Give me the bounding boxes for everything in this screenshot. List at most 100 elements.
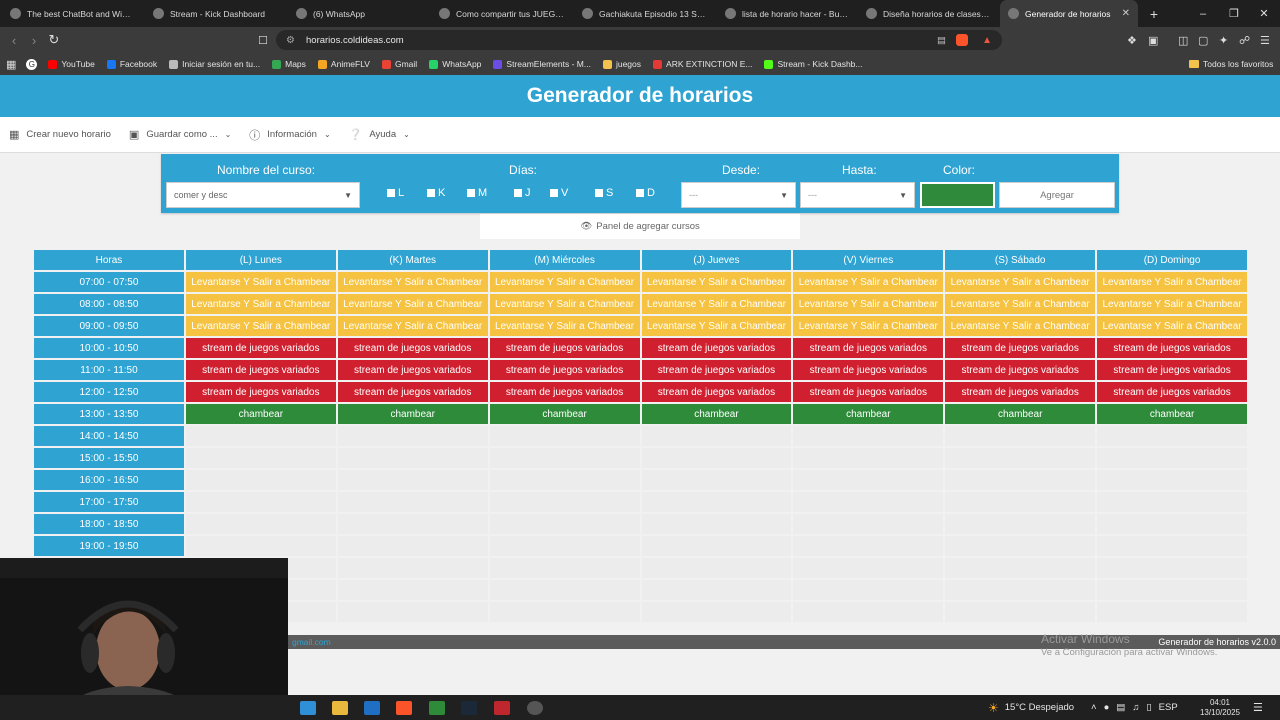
browser-tab[interactable]: Generador de horarios ✕: [1000, 0, 1138, 27]
brave-shields-icon[interactable]: [956, 34, 968, 46]
course-cell[interactable]: stream de juegos variados: [793, 338, 944, 358]
to-select[interactable]: --- ▼: [800, 182, 915, 208]
browser-tab[interactable]: Diseña horarios de clases grati: [858, 0, 999, 27]
course-cell[interactable]: stream de juegos variados: [945, 338, 1096, 358]
empty-cell[interactable]: [945, 492, 1096, 512]
empty-cell[interactable]: [1097, 426, 1247, 446]
course-cell[interactable]: stream de juegos variados: [489, 338, 640, 358]
browser-tab[interactable]: Stream - Kick Dashboard: [145, 0, 286, 27]
microphone-icon[interactable]: ●: [1104, 702, 1110, 713]
vpn-icon[interactable]: ☍: [1239, 34, 1250, 47]
maximize-icon[interactable]: ❐: [1218, 0, 1250, 27]
course-cell[interactable]: Levantarse Y Salir a Chambear: [337, 272, 488, 292]
course-cell[interactable]: Levantarse Y Salir a Chambear: [945, 272, 1096, 292]
empty-cell[interactable]: [945, 514, 1096, 534]
course-cell[interactable]: stream de juegos variados: [793, 360, 944, 380]
browser-tab[interactable]: Gachiakuta Episodio 13 Sub Es: [574, 0, 715, 27]
empty-cell[interactable]: [185, 426, 336, 446]
bookmark-page-icon[interactable]: ☐: [258, 34, 268, 47]
close-tab-icon[interactable]: ✕: [1122, 8, 1130, 19]
empty-cell[interactable]: [641, 492, 792, 512]
browser-tab[interactable]: lista de horario hacer - Buscar: [717, 0, 858, 27]
store-icon[interactable]: [300, 701, 316, 715]
course-cell[interactable]: stream de juegos variados: [641, 382, 792, 402]
volume-icon[interactable]: ♫: [1132, 702, 1139, 713]
bookmark-item[interactable]: Maps: [267, 59, 311, 69]
forward-icon[interactable]: ›: [24, 33, 44, 48]
course-cell[interactable]: stream de juegos variados: [793, 382, 944, 402]
day-checkbox-s[interactable]: S: [595, 187, 613, 199]
empty-cell[interactable]: [489, 448, 640, 468]
empty-cell[interactable]: [489, 580, 640, 600]
site-info-icon[interactable]: ⚙: [286, 35, 295, 46]
course-cell[interactable]: stream de juegos variados: [945, 360, 1096, 380]
app-icon[interactable]: [494, 701, 510, 715]
footer-email[interactable]: gmail.com: [292, 637, 331, 647]
course-cell[interactable]: stream de juegos variados: [945, 382, 1096, 402]
empty-cell[interactable]: [945, 602, 1096, 622]
brave-rewards-icon[interactable]: ▲: [982, 35, 992, 46]
bookmark-item[interactable]: Iniciar sesión en tu...: [164, 59, 265, 69]
empty-cell[interactable]: [1097, 514, 1247, 534]
course-cell[interactable]: Levantarse Y Salir a Chambear: [641, 316, 792, 336]
reader-mode-icon[interactable]: ▤: [937, 35, 946, 46]
empty-cell[interactable]: [337, 514, 488, 534]
empty-cell[interactable]: [793, 426, 944, 446]
bookmark-item[interactable]: Facebook: [102, 59, 162, 69]
course-cell[interactable]: stream de juegos variados: [489, 360, 640, 380]
course-cell[interactable]: Levantarse Y Salir a Chambear: [793, 316, 944, 336]
empty-cell[interactable]: [793, 558, 944, 578]
empty-cell[interactable]: [337, 426, 488, 446]
toggle-panel-button[interactable]: 👁 Panel de agregar cursos: [480, 214, 800, 239]
empty-cell[interactable]: [337, 602, 488, 622]
apps-grid-icon[interactable]: ▦: [6, 58, 16, 71]
course-cell[interactable]: Levantarse Y Salir a Chambear: [945, 316, 1096, 336]
empty-cell[interactable]: [489, 558, 640, 578]
course-cell[interactable]: Levantarse Y Salir a Chambear: [641, 272, 792, 292]
empty-cell[interactable]: [641, 536, 792, 556]
course-cell[interactable]: Levantarse Y Salir a Chambear: [793, 272, 944, 292]
bookmark-item[interactable]: StreamElements - M...: [488, 59, 596, 69]
course-cell[interactable]: stream de juegos variados: [185, 338, 336, 358]
course-cell[interactable]: stream de juegos variados: [1097, 360, 1247, 380]
outlook-icon[interactable]: [364, 701, 380, 715]
empty-cell[interactable]: [945, 536, 1096, 556]
empty-cell[interactable]: [337, 536, 488, 556]
app-icon[interactable]: [429, 701, 445, 715]
empty-cell[interactable]: [641, 470, 792, 490]
minimize-icon[interactable]: –: [1187, 0, 1219, 27]
weather-widget[interactable]: ☀ 15°C Despejado: [988, 695, 1074, 720]
empty-cell[interactable]: [185, 514, 336, 534]
save-as-menu[interactable]: ▣ Guardar como ... ⌄: [120, 117, 240, 153]
course-cell[interactable]: chambear: [489, 404, 640, 424]
file-explorer-icon[interactable]: [332, 701, 348, 715]
bookmark-item[interactable]: Gmail: [377, 59, 422, 69]
empty-cell[interactable]: [1097, 536, 1247, 556]
course-cell[interactable]: stream de juegos variados: [641, 338, 792, 358]
empty-cell[interactable]: [641, 558, 792, 578]
back-icon[interactable]: ‹: [4, 33, 24, 48]
empty-cell[interactable]: [489, 602, 640, 622]
empty-cell[interactable]: [793, 448, 944, 468]
bookmark-item[interactable]: AnimeFLV: [313, 59, 375, 69]
course-cell[interactable]: chambear: [641, 404, 792, 424]
google-icon[interactable]: G: [26, 58, 38, 70]
course-cell[interactable]: chambear: [337, 404, 488, 424]
course-cell[interactable]: Levantarse Y Salir a Chambear: [185, 294, 336, 314]
empty-cell[interactable]: [641, 580, 792, 600]
menu-icon[interactable]: ☰: [1260, 34, 1270, 47]
empty-cell[interactable]: [337, 492, 488, 512]
course-cell[interactable]: stream de juegos variados: [641, 360, 792, 380]
brave-icon[interactable]: [396, 701, 412, 715]
course-cell[interactable]: Levantarse Y Salir a Chambear: [1097, 294, 1247, 314]
empty-cell[interactable]: [337, 470, 488, 490]
empty-cell[interactable]: [945, 558, 1096, 578]
empty-cell[interactable]: [793, 514, 944, 534]
browser-tab[interactable]: (6) WhatsApp: [288, 0, 429, 27]
course-cell[interactable]: Levantarse Y Salir a Chambear: [945, 294, 1096, 314]
course-cell[interactable]: stream de juegos variados: [489, 382, 640, 402]
day-checkbox-l[interactable]: L: [387, 187, 404, 199]
empty-cell[interactable]: [793, 580, 944, 600]
course-cell[interactable]: stream de juegos variados: [337, 360, 488, 380]
screenshot-icon[interactable]: ▣: [1148, 34, 1158, 47]
